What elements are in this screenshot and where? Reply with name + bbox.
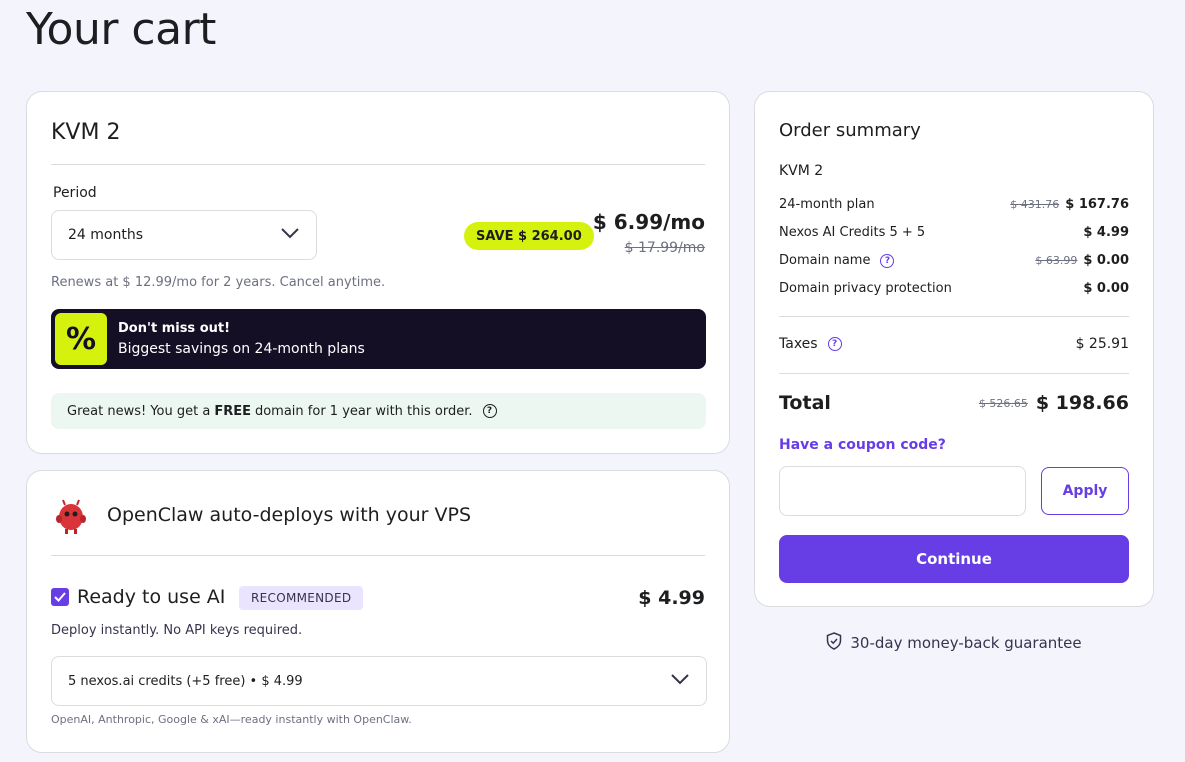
promo-subtitle: Biggest savings on 24-month plans [118,341,365,357]
total-row: Total $ 526.65 $ 198.66 [779,392,1129,414]
taxes-row: Taxes ? $ 25.91 [779,336,1129,352]
renew-text: Renews at $ 12.99/mo for 2 years. Cancel… [51,275,386,290]
ai-price: $ 4.99 [638,587,705,609]
summary-row-amount: $ 0.00 [1083,281,1129,296]
divider [51,164,705,165]
total-label: Total [779,392,831,414]
total-old: $ 526.65 [978,396,1028,410]
divider [779,316,1129,317]
page-title: Your cart [26,4,216,55]
apply-button[interactable]: Apply [1041,467,1129,515]
promo-title: Don't miss out! [118,321,231,336]
chevron-down-icon [280,227,300,243]
free-domain-notice: Great news! You get a FREE domain for 1 … [51,393,706,429]
summary-row-label: Domain privacy protection [779,281,952,296]
help-icon[interactable]: ? [827,337,842,351]
summary-row-label: Domain name [779,253,871,268]
credits-select[interactable]: 5 nexos.ai credits (+5 free) • $ 4.99 [51,656,707,706]
help-icon[interactable]: ? [880,253,895,268]
summary-row: Domain privacy protection $ 0.00 [779,281,1129,296]
summary-row: 24-month plan $ 431.76 $ 167.76 [779,197,1129,212]
order-summary-title: Order summary [779,120,921,141]
ready-ai-checkbox[interactable] [51,588,69,606]
credits-value: 5 nexos.ai credits (+5 free) • $ 4.99 [68,673,303,689]
plan-price: $ 6.99/mo [592,210,705,234]
ai-description: Deploy instantly. No API keys required. [51,623,303,638]
summary-plan-name: KVM 2 [779,163,824,179]
promo-banner: % Don't miss out! Biggest savings on 24-… [51,309,706,369]
total-amount: $ 198.66 [1035,392,1129,414]
percent-icon: % [55,313,107,365]
summary-row: Domain name ? $ 63.99 $ 0.00 [779,253,1129,268]
plan-old-price: $ 17.99/mo [624,240,705,256]
plan-name: KVM 2 [51,120,121,145]
coupon-link[interactable]: Have a coupon code? [779,437,946,453]
summary-row-amount: $ 167.76 [1065,197,1129,212]
guarantee: 30-day money-back guarantee [754,632,1154,654]
plan-card: KVM 2 Period 24 months SAVE $ 264.00 $ 6… [26,91,730,454]
save-badge: SAVE $ 264.00 [464,222,594,250]
divider [779,373,1129,374]
period-select[interactable]: 24 months [51,210,317,260]
robot-icon [51,497,91,537]
free-domain-bold: FREE [214,403,251,419]
taxes-label: Taxes [779,336,818,352]
taxes-amount: $ 25.91 [1075,336,1129,352]
divider [51,555,705,556]
coupon-input[interactable] [779,466,1026,516]
guarantee-text: 30-day money-back guarantee [850,634,1082,652]
recommended-badge: RECOMMENDED [239,586,364,610]
summary-row-amount: $ 0.00 [1083,253,1129,268]
shield-check-icon [826,632,842,654]
ai-title: OpenClaw auto-deploys with your VPS [107,504,472,526]
summary-row-amount: $ 4.99 [1083,225,1129,240]
ai-card: OpenClaw auto-deploys with your VPS Read… [26,470,730,753]
continue-button[interactable]: Continue [779,535,1129,583]
summary-row-old: $ 431.76 [1010,198,1060,211]
ai-footnote: OpenAI, Anthropic, Google & xAI—ready in… [51,713,412,726]
free-domain-post: domain for 1 year with this order. [254,403,473,419]
summary-row-label: Nexos AI Credits 5 + 5 [779,225,926,240]
summary-row: Nexos AI Credits 5 + 5 $ 4.99 [779,225,1129,240]
period-label: Period [53,185,97,201]
help-icon[interactable]: ? [482,404,497,418]
chevron-down-icon [670,673,690,689]
summary-row-label: 24-month plan [779,197,875,212]
period-value: 24 months [68,227,143,243]
ready-ai-label: Ready to use AI [77,586,226,608]
order-summary-card: Order summary KVM 2 24-month plan $ 431.… [754,91,1154,607]
free-domain-pre: Great news! You get a [67,403,211,419]
summary-row-old: $ 63.99 [1035,254,1078,267]
